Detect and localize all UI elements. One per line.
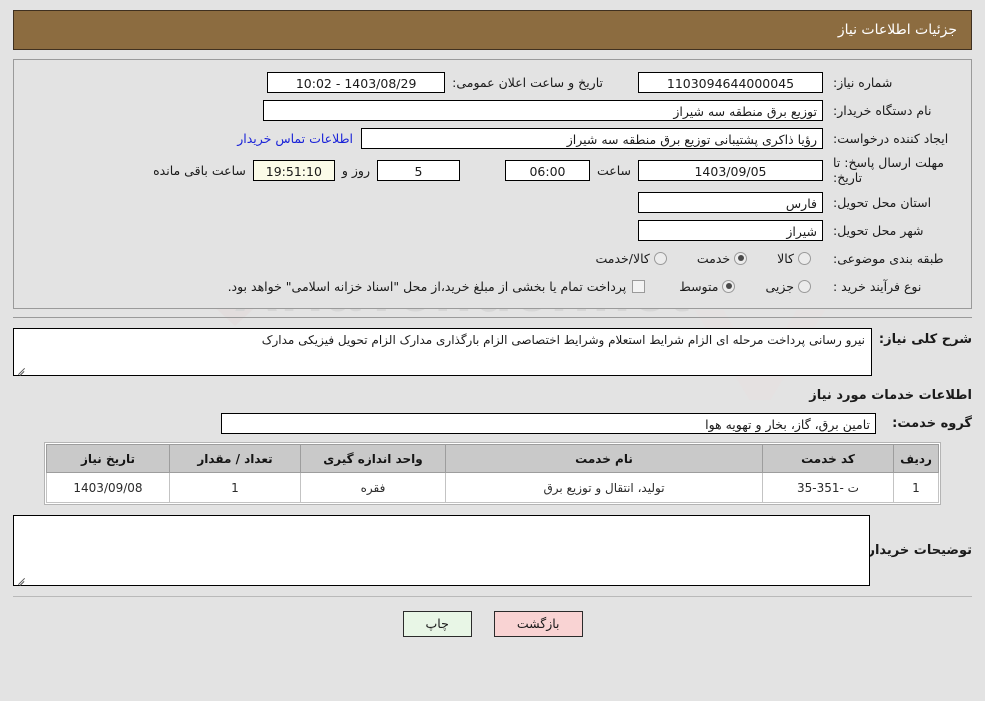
process-radio-motevaset[interactable] xyxy=(722,279,736,293)
deadline-hour-label: ساعت xyxy=(596,162,631,178)
buyer-org-label: نام دستگاه خریدار: xyxy=(833,102,932,118)
province-field[interactable]: فارس xyxy=(638,191,823,213)
table-col-radif: ردیف xyxy=(893,444,939,473)
services-table-wrapper: ردیف کد خدمت نام خدمت واحد اندازه گیری ت… xyxy=(44,442,941,505)
cell-unit: فقره xyxy=(300,472,446,503)
category-radio-khedmat[interactable] xyxy=(734,251,748,265)
deadline-days-field: 5 xyxy=(376,159,460,181)
row-category: طبقه بندی موضوعی: کالا خدمت کالا/خدمت xyxy=(14,244,971,272)
buyer-contact-link[interactable]: اطلاعات تماس خریدار xyxy=(229,131,361,146)
process-type-label: نوع فرآیند خرید : xyxy=(833,278,922,294)
general-description-label: شرح کلی نیاز: xyxy=(878,332,972,347)
need-number-label: شماره نیاز: xyxy=(833,74,893,90)
table-row[interactable]: 1 ت -351-35 تولید، انتقال و توزیع برق فق… xyxy=(46,472,939,503)
deadline-countdown-label: ساعت باقی مانده xyxy=(153,162,246,178)
buyer-notes-textarea[interactable] xyxy=(13,515,870,586)
service-group-label: گروه خدمت: xyxy=(892,416,972,431)
buyer-notes-resize-grip-icon[interactable] xyxy=(16,574,26,584)
row-process-type: نوع فرآیند خرید : جزیی متوسط پرداخت تمام… xyxy=(14,272,971,300)
category-radio-kala-khedmat[interactable] xyxy=(653,251,667,265)
category-option-1-label: خدمت xyxy=(696,250,731,266)
back-button[interactable]: بازگشت xyxy=(493,611,583,637)
announce-datetime-field[interactable]: 1403/08/29 - 10:02 xyxy=(267,71,446,93)
cell-date: 1403/09/08 xyxy=(46,472,170,503)
table-col-name: نام خدمت xyxy=(445,444,763,473)
treasury-bonds-checkbox[interactable] xyxy=(632,279,646,293)
buyer-notes-section: توضیحات خریدار: xyxy=(13,515,972,586)
buyer-org-field[interactable]: توزیع برق منطقه سه شیراز xyxy=(263,99,823,121)
deadline-countdown-field: 19:51:10 xyxy=(252,159,335,181)
table-col-code: کد خدمت xyxy=(762,444,894,473)
row-buyer-org: نام دستگاه خریدار: توزیع برق منطقه سه شی… xyxy=(14,96,971,124)
announce-datetime-label: تاریخ و ساعت اعلان عمومی: xyxy=(452,74,603,90)
requester-field[interactable]: رؤیا ذاکری پشتیبانی توزیع برق منطقه سه ش… xyxy=(361,127,823,149)
table-col-unit: واحد اندازه گیری xyxy=(300,444,446,473)
category-option-2-label: کالا/خدمت xyxy=(595,250,650,266)
row-requester: ایجاد کننده درخواست: رؤیا ذاکری پشتیبانی… xyxy=(14,124,971,152)
category-option-0-label: کالا xyxy=(777,250,794,266)
requester-label: ایجاد کننده درخواست: xyxy=(833,130,949,146)
resize-grip-icon[interactable] xyxy=(16,364,26,374)
services-section-heading: اطلاعات خدمات مورد نیاز xyxy=(809,388,972,403)
category-label: طبقه بندی موضوعی: xyxy=(833,250,944,266)
category-radio-kala[interactable] xyxy=(798,251,811,265)
table-col-date: تاریخ نیاز xyxy=(46,444,170,473)
service-group-field[interactable]: تامین برق، گاز، بخار و تهویه هوا xyxy=(221,413,876,434)
page-header-bar: جزئیات اطلاعات نیاز xyxy=(13,10,972,50)
deadline-label: مهلت ارسال پاسخ: تا تاریخ: xyxy=(833,155,944,185)
process-option-1-label: متوسط xyxy=(679,278,719,294)
process-radio-jozei[interactable] xyxy=(798,279,811,293)
need-number-field[interactable]: 1103094644000045 xyxy=(638,71,823,93)
table-col-quantity: تعداد / مقدار xyxy=(169,444,301,473)
row-need-number: شماره نیاز: 1103094644000045 تاریخ و ساع… xyxy=(14,68,971,96)
general-description-textarea[interactable]: نیرو رسانی پرداخت مرحله ای الزام شرایط ا… xyxy=(13,328,872,376)
process-option-0-label: جزیی xyxy=(765,278,794,294)
row-city: شهر محل تحویل: شیراز xyxy=(14,216,971,244)
deadline-date-field[interactable]: 1403/09/05 xyxy=(638,159,823,181)
treasury-bonds-note: پرداخت تمام یا بخشی از مبلغ خرید،از محل … xyxy=(227,278,627,294)
services-table: ردیف کد خدمت نام خدمت واحد اندازه گیری ت… xyxy=(46,444,939,503)
general-description-section: شرح کلی نیاز: نیرو رسانی پرداخت مرحله ای… xyxy=(13,317,972,376)
table-header-row: ردیف کد خدمت نام خدمت واحد اندازه گیری ت… xyxy=(46,444,939,473)
row-deadline: مهلت ارسال پاسخ: تا تاریخ: 1403/09/05 سا… xyxy=(14,152,971,188)
row-service-group: گروه خدمت: تامین برق، گاز، بخار و تهویه … xyxy=(13,413,972,434)
deadline-days-label: روز و xyxy=(341,162,370,178)
cell-name: تولید، انتقال و توزیع برق xyxy=(445,472,763,503)
cell-radif: 1 xyxy=(893,472,939,503)
province-label: استان محل تحویل: xyxy=(833,194,932,210)
print-button[interactable]: چاپ xyxy=(402,611,472,637)
cell-code: ت -351-35 xyxy=(762,472,894,503)
city-field[interactable]: شیراز xyxy=(638,219,823,241)
city-label: شهر محل تحویل: xyxy=(833,222,924,238)
page-title: جزئیات اطلاعات نیاز xyxy=(837,22,957,38)
general-description-value: نیرو رسانی پرداخت مرحله ای الزام شرایط ا… xyxy=(261,333,865,347)
cell-quantity: 1 xyxy=(169,472,301,503)
footer-divider xyxy=(13,596,972,597)
action-button-bar: بازگشت چاپ xyxy=(0,611,985,637)
need-info-panel: شماره نیاز: 1103094644000045 تاریخ و ساع… xyxy=(13,59,972,309)
deadline-hour-field[interactable]: 06:00 xyxy=(504,159,590,181)
row-province: استان محل تحویل: فارس xyxy=(14,188,971,216)
buyer-notes-label: توضیحات خریدار: xyxy=(862,543,972,558)
